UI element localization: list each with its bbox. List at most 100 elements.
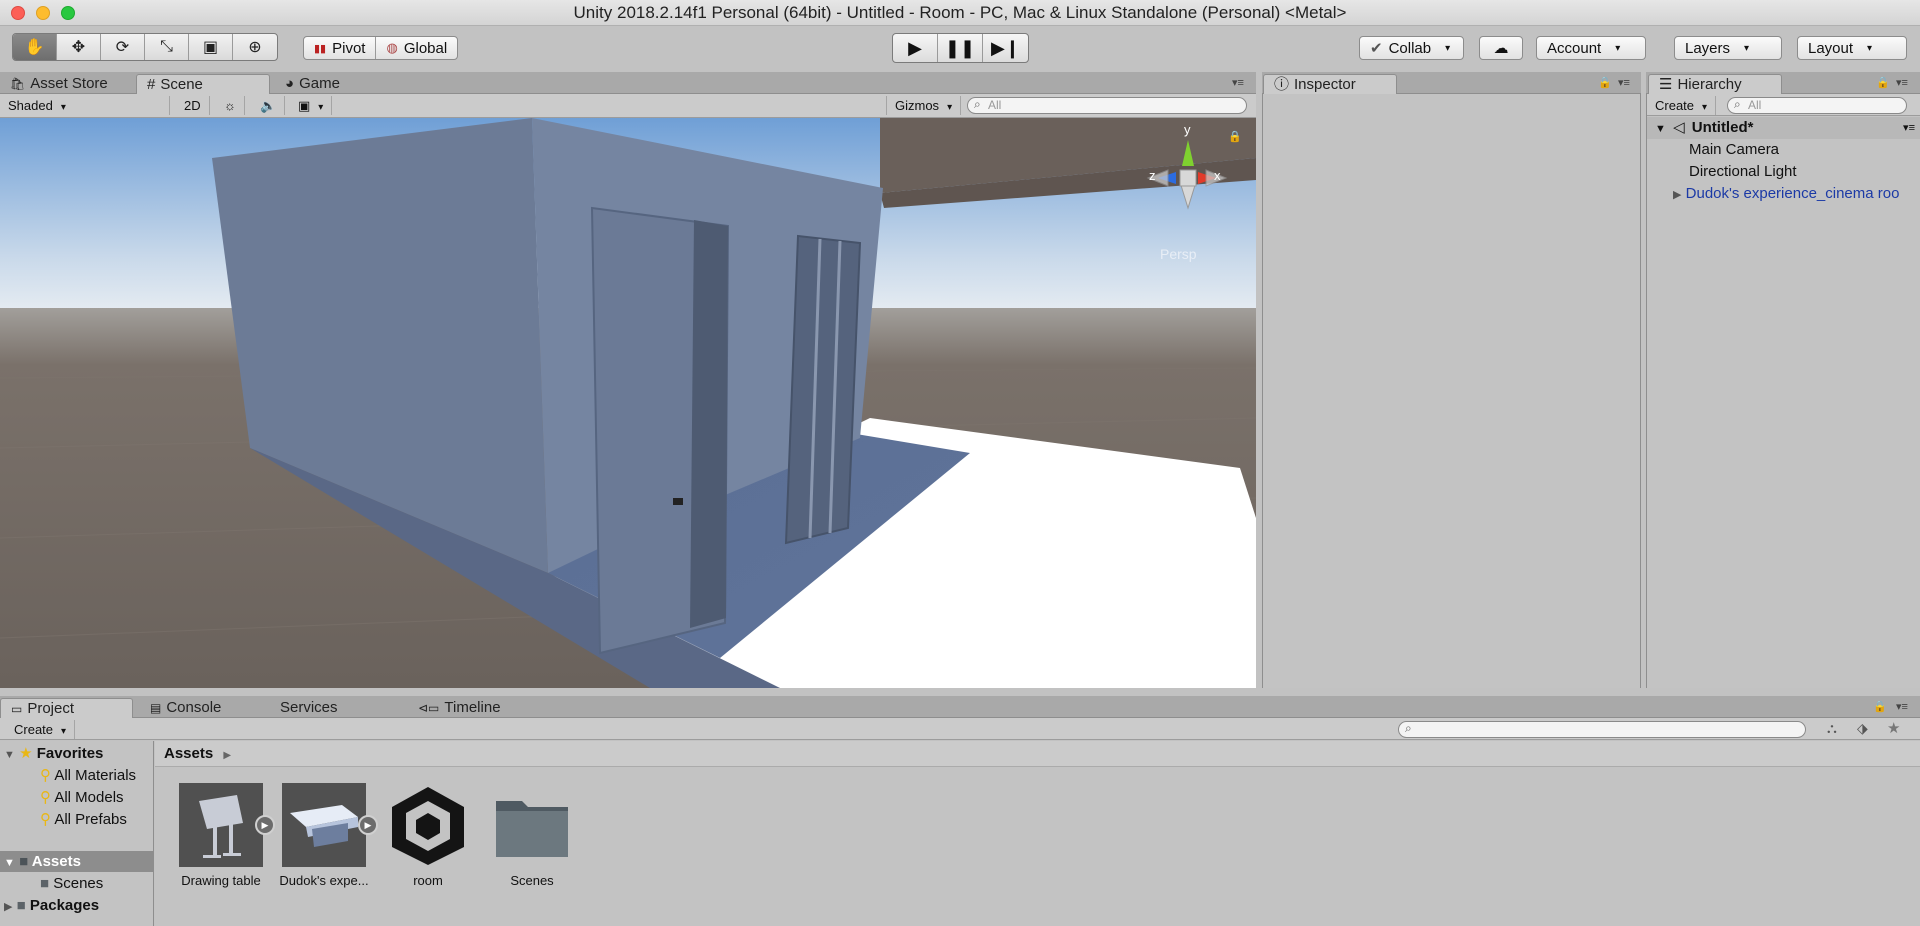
global-button[interactable]: ◍ Global <box>376 37 457 59</box>
asset-thumbnail <box>490 783 574 867</box>
project-assets-view: Assets ▶ ▶ Drawing table ▶ Dudok's expe.… <box>155 741 1920 926</box>
pivot-global-toggle: ▮▮ Pivot ◍ Global <box>303 36 459 60</box>
favorite-item[interactable]: ⚲ All Prefabs <box>0 809 154 830</box>
shading-mode-dropdown[interactable]: Shaded <box>0 96 170 115</box>
timeline-icon: ⊲▭ <box>418 701 440 715</box>
lock-icon[interactable]: 🔒 <box>1873 700 1887 713</box>
scene-tabstrip: 🛍 Asset Store # Scene ◕ Game ▾≡ <box>0 72 1256 94</box>
asset-thumbnail: ▶ <box>179 783 275 867</box>
tab-project[interactable]: ▭ Project <box>0 698 133 718</box>
tab-inspector[interactable]: ⓘ Inspector <box>1263 74 1397 94</box>
lighting-icon[interactable]: ☼ <box>216 96 245 115</box>
assets-folder-row[interactable]: ▼ ■ Assets <box>0 851 154 872</box>
asset-item[interactable]: Scenes <box>477 783 587 888</box>
playmode-controls: ▶ ❚❚ ▶❙ <box>892 33 1029 63</box>
tab-scene[interactable]: # Scene <box>136 74 270 94</box>
lock-icon[interactable]: 🔒 <box>1876 76 1890 89</box>
asset-item[interactable]: ▶ Dudok's expe... <box>269 783 379 888</box>
hand-icon[interactable]: ✋ <box>13 34 57 60</box>
favorite-star-icon[interactable]: ★ <box>1887 719 1900 737</box>
project-search-input[interactable] <box>1398 721 1806 738</box>
step-icon[interactable]: ▶❙ <box>983 34 1028 62</box>
hierarchy-create-dropdown[interactable]: Create <box>1647 96 1717 115</box>
gizmos-dropdown[interactable]: Gizmos <box>886 96 962 115</box>
scene-viewport[interactable]: y x z 🔒 Persp <box>0 118 1256 688</box>
packages-folder-row[interactable]: ▶ ■ Packages <box>0 895 154 916</box>
tab-services[interactable]: Services <box>270 698 348 718</box>
scene-view-toolbar: Shaded 2D ☼ 🔈 ▣ Gizmos All <box>0 94 1256 118</box>
folder-item[interactable]: ■ Scenes <box>0 873 154 894</box>
toggle-2d-button[interactable]: 2D <box>176 96 210 115</box>
hierarchy-panel: Create All ▼ ◁ Untitled* ▾≡ Main Camera … <box>1646 94 1920 688</box>
check-circle-icon: ✔ <box>1370 40 1383 57</box>
search-icon: ⚲ <box>40 767 51 784</box>
folder-icon: ■ <box>40 875 50 892</box>
transform-icon[interactable]: ⊕ <box>233 34 277 60</box>
favorite-item[interactable]: ⚲ All Models <box>0 787 154 808</box>
folder-icon <box>496 801 568 857</box>
expand-arrow-icon: ▼ <box>1655 123 1666 135</box>
play-icon[interactable]: ▶ <box>893 34 938 62</box>
project-toolbar: Create ⛬ ⬗ ★ <box>0 718 1920 740</box>
lock-icon[interactable]: 🔒 <box>1598 76 1612 89</box>
transform-tools: ✋ ✥ ⟳ ⤡ ▣ ⊕ <box>12 33 278 61</box>
scale-icon[interactable]: ⤡ <box>145 34 189 60</box>
pause-icon[interactable]: ❚❚ <box>938 34 983 62</box>
rect-transform-icon[interactable]: ▣ <box>189 34 233 60</box>
zoom-window-button[interactable] <box>61 6 75 20</box>
pivot-icon: ▮▮ <box>314 42 327 55</box>
pivot-button[interactable]: ▮▮ Pivot <box>304 37 377 59</box>
inspector-panel <box>1262 94 1641 688</box>
scene-root-row[interactable]: ▼ ◁ Untitled* ▾≡ <box>1647 117 1920 139</box>
hierarchy-item-prefab[interactable]: ▶ Dudok's experience_cinema roo <box>1647 183 1899 205</box>
bottom-tabstrip: ▭ Project ▤ Console Services ⊲▭ Timeline… <box>0 696 1920 718</box>
layers-dropdown[interactable]: Layers <box>1674 36 1782 60</box>
audio-icon[interactable]: 🔈 <box>252 96 286 115</box>
cloud-icon[interactable]: ☁ <box>1479 36 1523 60</box>
cinema-room-icon <box>290 805 358 847</box>
filter-by-label-icon[interactable]: ⬗ <box>1857 720 1868 737</box>
favorite-item[interactable]: ⚲ All Materials <box>0 765 154 786</box>
pacman-icon: ◕ <box>285 75 295 92</box>
orientation-gizmo[interactable]: y x z <box>1140 122 1236 240</box>
main-toolbar: ✋ ✥ ⟳ ⤡ ▣ ⊕ ▮▮ Pivot ◍ Global ▶ ❚❚ ▶❙ ✔ … <box>0 26 1920 71</box>
tab-timeline[interactable]: ⊲▭ Timeline <box>408 698 511 718</box>
list-icon: ☰ <box>1659 75 1673 93</box>
filter-by-type-icon[interactable]: ⛬ <box>1827 720 1837 737</box>
tab-game[interactable]: ◕ Game <box>275 74 350 94</box>
scene-search-input[interactable]: All <box>967 97 1247 114</box>
panel-menu-icon[interactable]: ▾≡ <box>1896 76 1908 89</box>
move-icon[interactable]: ✥ <box>57 34 101 60</box>
project-create-dropdown[interactable]: Create <box>6 720 76 739</box>
asset-item[interactable]: ▶ Drawing table <box>166 783 276 888</box>
favorites-row[interactable]: ▼ ★ Favorites <box>0 743 154 764</box>
hierarchy-item[interactable]: Directional Light <box>1647 161 1797 183</box>
expand-arrow-icon: ▶ <box>1673 189 1682 201</box>
collab-button[interactable]: ✔ Collab <box>1359 36 1464 60</box>
search-icon: ⚲ <box>40 811 51 828</box>
window-titlebar: Unity 2018.2.14f1 Personal (64bit) - Unt… <box>0 0 1920 26</box>
scene-menu-icon[interactable]: ▾≡ <box>1903 117 1915 139</box>
panel-menu-icon[interactable]: ▾≡ <box>1232 76 1244 89</box>
breadcrumb: Assets ▶ <box>155 741 1920 767</box>
globe-icon: ◍ <box>386 40 398 55</box>
close-window-button[interactable] <box>11 6 25 20</box>
expand-arrow-icon: ▼ <box>4 749 15 761</box>
minimize-window-button[interactable] <box>36 6 50 20</box>
tab-asset-store[interactable]: 🛍 Asset Store <box>0 74 118 94</box>
asset-item[interactable]: room <box>373 783 483 888</box>
layout-dropdown[interactable]: Layout <box>1797 36 1907 60</box>
folder-icon: ▭ <box>11 701 23 716</box>
effects-icon[interactable]: ▣ <box>290 96 333 115</box>
tab-console[interactable]: ▤ Console <box>140 698 231 718</box>
hierarchy-search-input[interactable]: All <box>1727 97 1907 114</box>
gizmo-lock-icon[interactable]: 🔒 <box>1228 130 1242 143</box>
inspector-tabstrip: ⓘ Inspector 🔒 ▾≡ <box>1262 72 1641 94</box>
account-dropdown[interactable]: Account <box>1536 36 1646 60</box>
hierarchy-item[interactable]: Main Camera <box>1647 139 1779 161</box>
panel-menu-icon[interactable]: ▾≡ <box>1896 700 1908 713</box>
tab-hierarchy[interactable]: ☰ Hierarchy <box>1648 74 1782 94</box>
rotate-icon[interactable]: ⟳ <box>101 34 145 60</box>
projection-label[interactable]: Persp <box>1160 246 1197 262</box>
panel-menu-icon[interactable]: ▾≡ <box>1618 76 1630 89</box>
